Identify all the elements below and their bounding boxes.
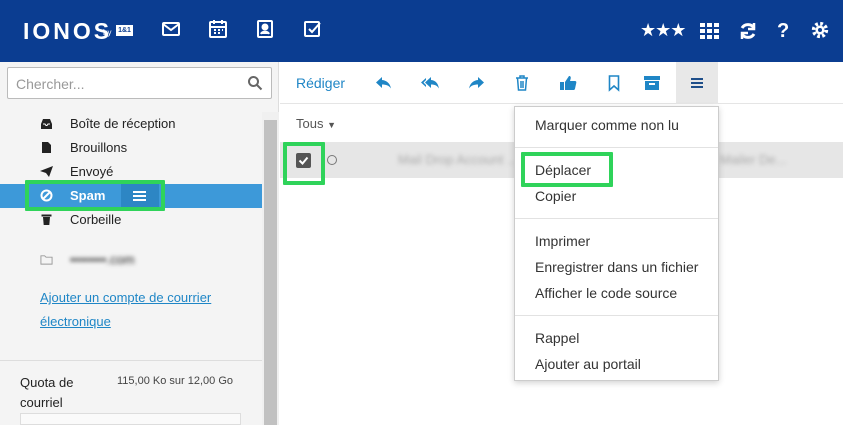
menu-item-reminder[interactable]: Rappel bbox=[535, 330, 579, 346]
checkbox-highlight bbox=[283, 142, 325, 185]
menu-item-print[interactable]: Imprimer bbox=[535, 233, 590, 249]
thumbs-up-icon[interactable] bbox=[559, 74, 577, 92]
reply-all-icon[interactable] bbox=[421, 74, 439, 92]
sidebar-item-label: Brouillons bbox=[70, 140, 128, 155]
archive-icon[interactable] bbox=[643, 74, 661, 92]
menu-divider bbox=[515, 315, 718, 316]
drafts-icon bbox=[42, 142, 51, 153]
sidebar: Boîte de réception Brouillons Envoyé Spa… bbox=[0, 62, 279, 425]
menu-item-show-source[interactable]: Afficher le code source bbox=[535, 285, 677, 301]
search-box[interactable] bbox=[7, 67, 272, 99]
add-account-link-line2[interactable]: électronique bbox=[40, 314, 111, 329]
help-icon[interactable]: ? bbox=[777, 20, 789, 43]
spam-highlight bbox=[25, 180, 165, 211]
more-actions-menu: Marquer comme non lu Déplacer Copier Imp… bbox=[514, 106, 719, 381]
sidebar-item-label: Envoyé bbox=[70, 164, 114, 179]
menu-divider bbox=[515, 147, 718, 148]
reply-icon[interactable] bbox=[375, 74, 393, 92]
sidebar-item-trash[interactable]: Corbeille bbox=[0, 208, 262, 232]
contacts-icon[interactable] bbox=[254, 18, 276, 40]
sidebar-item-drafts[interactable]: Brouillons bbox=[0, 136, 262, 160]
quota-bar bbox=[20, 413, 241, 425]
search-icon[interactable] bbox=[247, 75, 263, 91]
more-menu-button[interactable] bbox=[676, 62, 718, 104]
menu-item-mark-unread[interactable]: Marquer comme non lu bbox=[535, 117, 679, 133]
sidebar-item-label: Corbeille bbox=[70, 212, 122, 227]
message-sender: Mailer De... bbox=[720, 152, 787, 167]
top-bar: IONOS by 1&1 ★★★ ? bbox=[0, 0, 843, 62]
quota-value: 115,00 Ko sur 12,00 Go bbox=[117, 375, 233, 387]
apps-grid-icon[interactable] bbox=[698, 20, 720, 42]
filter-dropdown[interactable]: Tous ▼ bbox=[296, 116, 336, 131]
compose-button[interactable]: Rédiger bbox=[296, 75, 345, 91]
mail-icon[interactable] bbox=[160, 18, 182, 40]
account-name: ••••••••.com bbox=[70, 252, 135, 267]
trash-icon bbox=[41, 214, 52, 225]
tasks-icon[interactable] bbox=[302, 18, 324, 40]
add-account-link[interactable]: Ajouter un compte de courrier bbox=[40, 290, 211, 305]
bookmark-icon[interactable] bbox=[605, 74, 623, 92]
mail-toolbar: Rédiger bbox=[280, 62, 843, 104]
rating-stars-icon[interactable]: ★★★ bbox=[640, 20, 686, 41]
delete-icon[interactable] bbox=[513, 74, 531, 92]
folder-list: Boîte de réception Brouillons Envoyé Spa… bbox=[0, 112, 262, 232]
brand-by: by bbox=[103, 28, 112, 37]
unread-marker[interactable] bbox=[327, 155, 337, 165]
sidebar-item-label: Boîte de réception bbox=[70, 116, 176, 131]
menu-item-save-to-file[interactable]: Enregistrer dans un fichier bbox=[535, 259, 698, 275]
quota-label: Quota de courriel bbox=[20, 375, 74, 410]
refresh-icon[interactable] bbox=[737, 20, 759, 42]
settings-gear-icon[interactable] bbox=[810, 20, 830, 40]
menu-item-add-to-portal[interactable]: Ajouter au portail bbox=[535, 356, 641, 372]
forward-icon[interactable] bbox=[467, 74, 485, 92]
filter-label: Tous bbox=[296, 116, 324, 131]
more-menu-icon bbox=[691, 78, 703, 88]
message-subject: Mail Drop Account ... bbox=[398, 152, 518, 167]
inbox-icon bbox=[41, 119, 52, 129]
menu-item-copy[interactable]: Copier bbox=[535, 188, 576, 204]
sidebar-item-account[interactable]: ••••••••.com bbox=[0, 248, 262, 272]
brand-badge: 1&1 bbox=[116, 25, 133, 36]
brand-logo: IONOS bbox=[23, 18, 113, 44]
sent-icon bbox=[40, 166, 53, 177]
sidebar-item-inbox[interactable]: Boîte de réception bbox=[0, 112, 262, 136]
search-input[interactable] bbox=[16, 74, 236, 94]
folder-icon bbox=[40, 255, 53, 265]
menu-divider bbox=[515, 218, 718, 219]
sidebar-scrollbar-thumb[interactable] bbox=[264, 120, 277, 425]
move-highlight bbox=[521, 152, 613, 187]
caret-down-icon: ▼ bbox=[327, 120, 337, 130]
quota-panel: Quota de courriel 115,00 Ko sur 12,00 Go bbox=[0, 360, 262, 425]
calendar-icon[interactable] bbox=[207, 18, 229, 40]
